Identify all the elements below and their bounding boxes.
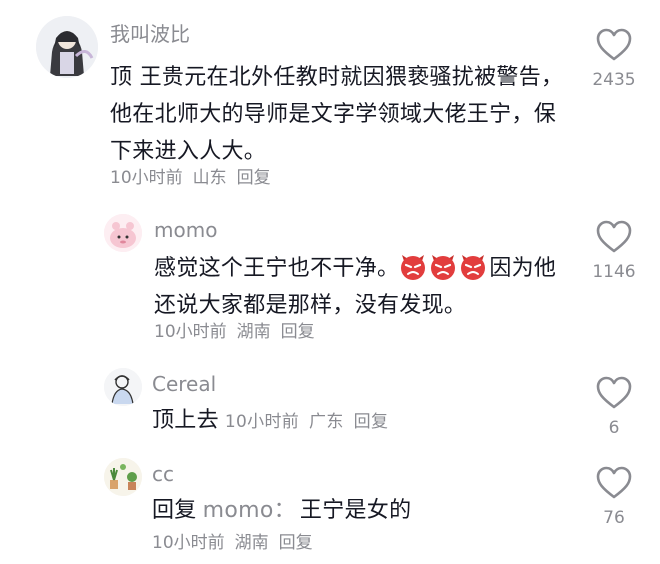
reply-target-username[interactable]: momo： [203, 498, 296, 523]
comment-item: 我叫波比 顶 王贵元在北外任教时就因猥亵骚扰被警告，他在北师大的导师是文字学领域… [0, 0, 660, 200]
angry-devil-emoji-icon [401, 255, 426, 280]
avatar[interactable] [104, 214, 142, 252]
comment-location: 山东 [192, 168, 227, 188]
comment-text: 感觉这个王宁也不干净。 因为他还说大家都是那样，没有发现。 [154, 250, 564, 324]
avatar[interactable] [104, 368, 142, 406]
comment-location: 湖南 [234, 533, 269, 553]
angry-devil-emoji-icon [431, 255, 456, 280]
like-count: 2435 [592, 70, 636, 90]
heart-outline-icon [596, 28, 632, 61]
like-button[interactable]: 2435 [584, 28, 644, 89]
comment-item: Cereal 顶上去 10小时前 广东 回复 6 [0, 360, 660, 452]
comment-text-part: 顶上去 [152, 408, 219, 433]
heart-outline-icon [596, 376, 632, 409]
comment-meta: 10小时前 湖南 回复 [154, 324, 325, 341]
like-count: 6 [608, 418, 620, 438]
like-button[interactable]: 1146 [584, 220, 644, 281]
comment-text: 回复 momo： 王宁是女的 [152, 492, 572, 529]
comment-text-part: 王宁是女的 [299, 498, 412, 523]
comment-meta: 10小时前 山东 回复 [110, 170, 281, 187]
comment-location: 广东 [309, 412, 344, 432]
reply-button[interactable]: 回复 [237, 168, 271, 188]
angry-devil-emoji-icon [461, 255, 486, 280]
like-count: 1146 [592, 262, 636, 282]
username[interactable]: Cereal [152, 374, 216, 394]
heart-outline-icon [596, 466, 632, 499]
avatar[interactable] [104, 458, 142, 496]
comment-item: cc 回复 momo： 王宁是女的 10小时前 湖南 回复 76 [0, 452, 660, 564]
comment-time: 10小时前 [224, 412, 300, 432]
reply-prefix: 回复 [152, 498, 197, 523]
like-button[interactable]: 76 [584, 466, 644, 527]
like-button[interactable]: 6 [584, 376, 644, 437]
avatar[interactable] [36, 16, 98, 78]
comment-meta: 10小时前 广东 回复 [225, 412, 398, 432]
reply-button[interactable]: 回复 [354, 412, 389, 432]
comment-time: 10小时前 [152, 533, 225, 553]
reply-button[interactable]: 回复 [281, 322, 315, 342]
like-count: 76 [603, 508, 625, 528]
comment-time: 10小时前 [110, 168, 183, 188]
username[interactable]: cc [152, 464, 174, 484]
comment-item: momo 感觉这个王宁也不干净。 因为他还说大家都是那样，没有发现。 10小时前湖… [0, 200, 660, 360]
comment-text: 顶 王贵元在北外任教时就因猥亵骚扰被警告，他在北师大的导师是文字学领域大佬王宁，… [110, 65, 564, 164]
username[interactable]: 我叫波比 [110, 24, 190, 44]
reply-button[interactable]: 回复 [279, 533, 313, 553]
comment-text: 顶上去 10小时前 广东 回复 [152, 402, 572, 441]
comment-time: 10小时前 [154, 322, 227, 342]
heart-outline-icon [596, 220, 632, 253]
comment-text-part: 感觉这个王宁也不干净。 [154, 256, 400, 281]
comment-location: 湖南 [236, 322, 271, 342]
username[interactable]: momo [154, 220, 217, 240]
comment-meta: 10小时前 湖南 回复 [152, 535, 323, 552]
